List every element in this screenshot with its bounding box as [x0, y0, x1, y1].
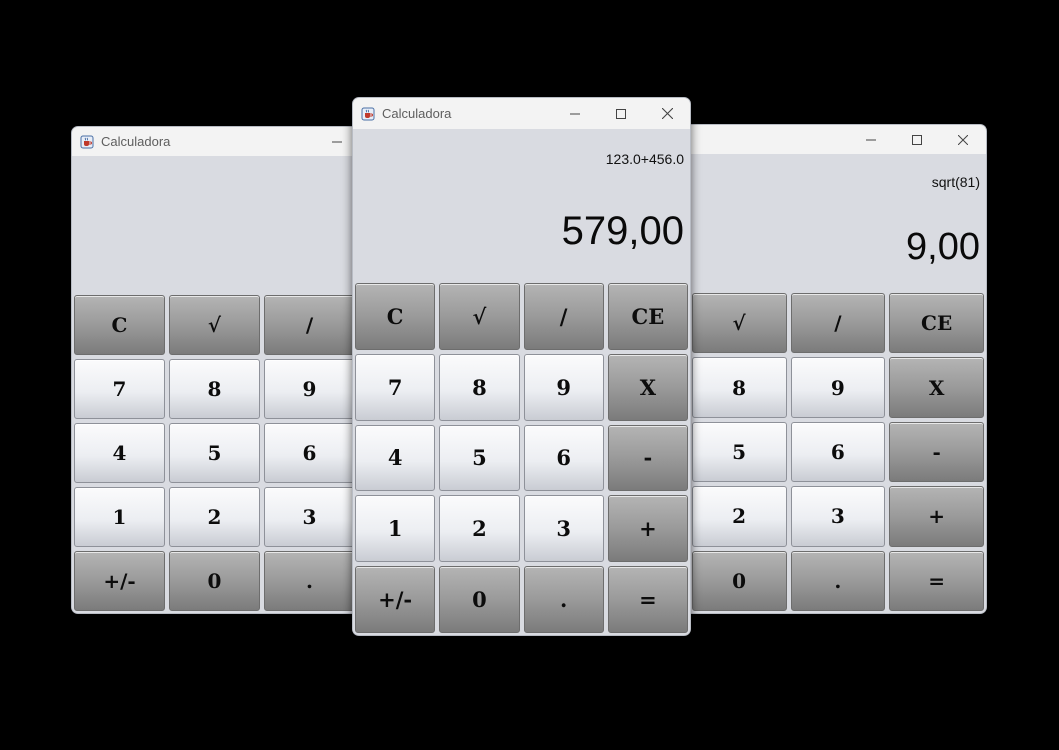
display-panel: 123.0+456.0 579,00: [353, 129, 690, 281]
minimize-icon: [866, 139, 876, 140]
minimize-icon: [332, 141, 342, 142]
result-display: 9,00: [906, 226, 980, 268]
clear-button[interactable]: C: [355, 283, 436, 350]
digit-6-button[interactable]: 6: [790, 421, 886, 483]
sqrt-button[interactable]: √: [439, 283, 520, 350]
decimal-button[interactable]: .: [264, 551, 355, 611]
digit-6-button[interactable]: 6: [264, 423, 355, 483]
close-icon: [661, 108, 673, 119]
sqrt-button[interactable]: √: [169, 295, 260, 355]
java-cup-icon: [361, 107, 375, 121]
digit-9-button[interactable]: 9: [264, 359, 355, 419]
digit-0-button[interactable]: 0: [691, 550, 787, 611]
expression-display: sqrt(81): [931, 174, 980, 190]
digit-3-button[interactable]: 3: [264, 487, 355, 547]
multiply-button[interactable]: X: [889, 357, 984, 418]
clear-button[interactable]: C: [74, 295, 165, 355]
close-icon: [958, 134, 968, 145]
digit-2-button[interactable]: 2: [439, 495, 520, 563]
minimize-button[interactable]: [848, 125, 894, 154]
digit-2-button[interactable]: 2: [169, 487, 260, 547]
digit-2-button[interactable]: 2: [691, 486, 787, 547]
expression-display: 123.0+456.0: [605, 151, 684, 167]
digit-3-button[interactable]: 3: [790, 486, 886, 547]
window-title: Calculadora: [382, 106, 452, 121]
window-title: Calculadora: [101, 134, 171, 149]
clear-entry-button[interactable]: CE: [889, 293, 984, 354]
digit-8-button[interactable]: 8: [691, 357, 787, 418]
maximize-icon: [616, 108, 626, 119]
maximize-button[interactable]: [598, 99, 644, 128]
digit-7-button[interactable]: 7: [355, 353, 436, 421]
digit-9-button[interactable]: 9: [790, 357, 886, 418]
title-bar[interactable]: Calculadora: [353, 98, 690, 129]
negate-button[interactable]: +/-: [74, 551, 165, 611]
digit-0-button[interactable]: 0: [169, 551, 260, 611]
subtract-button[interactable]: -: [607, 424, 688, 492]
equals-button[interactable]: =: [607, 566, 688, 633]
digit-5-button[interactable]: 5: [691, 421, 787, 483]
digit-5-button[interactable]: 5: [169, 423, 260, 483]
digit-9-button[interactable]: 9: [523, 353, 604, 421]
digit-1-button[interactable]: 1: [355, 495, 436, 563]
digit-8-button[interactable]: 8: [169, 359, 260, 419]
digit-7-button[interactable]: 7: [74, 359, 165, 419]
minimize-button[interactable]: [552, 99, 598, 128]
equals-button[interactable]: =: [889, 550, 984, 611]
divide-button[interactable]: /: [523, 283, 604, 350]
negate-button[interactable]: +/-: [355, 566, 436, 633]
minimize-icon: [570, 113, 580, 114]
digit-6-button[interactable]: 6: [523, 424, 604, 492]
multiply-button[interactable]: X: [607, 353, 688, 421]
java-cup-icon: [80, 135, 94, 149]
decimal-button[interactable]: .: [523, 566, 604, 633]
sqrt-button[interactable]: √: [691, 293, 787, 354]
add-button[interactable]: +: [607, 495, 688, 563]
digit-3-button[interactable]: 3: [523, 495, 604, 563]
clear-entry-button[interactable]: CE: [607, 283, 688, 350]
maximize-icon: [912, 134, 922, 145]
close-button[interactable]: [644, 99, 690, 128]
digit-4-button[interactable]: 4: [355, 424, 436, 492]
decimal-button[interactable]: .: [790, 550, 886, 611]
subtract-button[interactable]: -: [889, 421, 984, 483]
digit-0-button[interactable]: 0: [439, 566, 520, 633]
maximize-button[interactable]: [894, 125, 940, 154]
divide-button[interactable]: /: [790, 293, 886, 354]
close-button[interactable]: [940, 125, 986, 154]
calculator-window-front[interactable]: Calculadora 123.0+456.0 579,00 C √ / CE 7 8 9 X…: [352, 97, 691, 636]
digit-5-button[interactable]: 5: [439, 424, 520, 492]
keypad: C√/CE 789X 456- 123+ +/-0.=: [353, 281, 690, 635]
digit-4-button[interactable]: 4: [74, 423, 165, 483]
divide-button[interactable]: /: [264, 295, 355, 355]
result-display: 579,00: [561, 209, 684, 253]
add-button[interactable]: +: [889, 486, 984, 547]
digit-8-button[interactable]: 8: [439, 353, 520, 421]
digit-1-button[interactable]: 1: [74, 487, 165, 547]
